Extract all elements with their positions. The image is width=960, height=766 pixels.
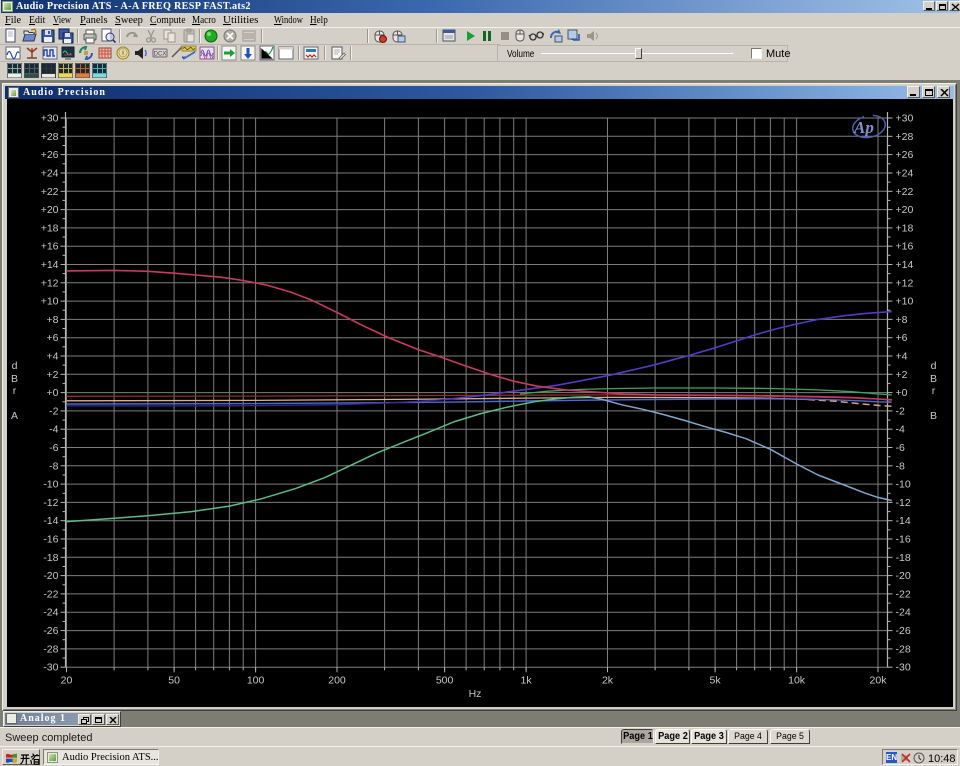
svg-text:+26: +26 (896, 149, 914, 161)
svg-text:+20: +20 (41, 204, 59, 216)
svg-text:50: 50 (168, 674, 180, 686)
svg-text:B: B (11, 373, 18, 385)
svg-text:A: A (11, 410, 18, 422)
svg-text:-24: -24 (43, 607, 58, 619)
svg-text:+0: +0 (896, 387, 908, 399)
svg-text:Ap: Ap (853, 118, 874, 137)
svg-text:-6: -6 (49, 442, 58, 454)
svg-text:-22: -22 (896, 588, 911, 600)
svg-text:-2: -2 (896, 405, 905, 417)
svg-text:+28: +28 (41, 131, 59, 143)
svg-text:r: r (13, 385, 17, 397)
svg-text:+4: +4 (47, 351, 59, 363)
svg-text:+24: +24 (896, 168, 914, 180)
svg-text:-12: -12 (896, 497, 911, 509)
svg-text:-24: -24 (896, 607, 911, 619)
svg-text:-16: -16 (896, 534, 911, 546)
svg-text:+16: +16 (41, 241, 59, 253)
svg-text:d: d (12, 360, 18, 372)
svg-text:+22: +22 (41, 186, 59, 198)
svg-text:-8: -8 (896, 460, 905, 472)
svg-text:+2: +2 (47, 369, 59, 381)
svg-text:Hz: Hz (469, 688, 482, 700)
svg-text:DCX: DCX (154, 52, 167, 58)
svg-text:+8: +8 (47, 314, 59, 326)
svg-text:-12: -12 (43, 497, 58, 509)
svg-text:-18: -18 (43, 552, 58, 564)
svg-text:200: 200 (328, 674, 346, 686)
svg-text:ⓘ: ⓘ (118, 48, 127, 58)
svg-text:+0: +0 (47, 387, 59, 399)
svg-text:d: d (931, 360, 937, 372)
svg-text:100: 100 (247, 674, 265, 686)
svg-text:-18: -18 (896, 552, 911, 564)
svg-text:+30: +30 (41, 113, 59, 125)
svg-text:B: B (930, 410, 937, 422)
svg-text:-28: -28 (896, 643, 911, 655)
svg-text:-2: -2 (49, 405, 58, 417)
svg-text:+2: +2 (896, 369, 908, 381)
svg-text:+6: +6 (896, 332, 908, 344)
svg-text:-22: -22 (43, 588, 58, 600)
svg-text:+10: +10 (896, 296, 914, 308)
svg-text:-6: -6 (896, 442, 905, 454)
svg-text:+14: +14 (896, 259, 914, 271)
svg-text:-16: -16 (43, 534, 58, 546)
svg-text:20k: 20k (870, 674, 888, 686)
svg-text:+22: +22 (896, 186, 914, 198)
svg-text:+16: +16 (896, 241, 914, 253)
svg-text:+30: +30 (896, 113, 914, 125)
svg-text:+24: +24 (41, 168, 59, 180)
svg-text:+20: +20 (896, 204, 914, 216)
svg-text:-14: -14 (896, 515, 911, 527)
svg-text:+12: +12 (896, 277, 914, 289)
svg-text:+12: +12 (41, 277, 59, 289)
svg-text:500: 500 (436, 674, 454, 686)
svg-text:+10: +10 (41, 296, 59, 308)
svg-text:-4: -4 (896, 424, 905, 436)
svg-text:10k: 10k (788, 674, 806, 686)
svg-text:-14: -14 (43, 515, 58, 527)
svg-text:+18: +18 (41, 222, 59, 234)
svg-text:-30: -30 (896, 662, 911, 674)
svg-text:r: r (932, 385, 936, 397)
svg-text:-20: -20 (896, 570, 911, 582)
svg-text:B: B (930, 373, 937, 385)
svg-text:-26: -26 (43, 625, 58, 637)
svg-text:+8: +8 (896, 314, 908, 326)
svg-text:1k: 1k (521, 674, 533, 686)
svg-text:-4: -4 (49, 424, 58, 436)
svg-text:-10: -10 (896, 479, 911, 491)
svg-text:20: 20 (61, 674, 73, 686)
svg-text:2k: 2k (602, 674, 614, 686)
svg-text:5k: 5k (710, 674, 722, 686)
svg-text:+6: +6 (47, 332, 59, 344)
svg-text:-30: -30 (43, 662, 58, 674)
svg-text:-28: -28 (43, 643, 58, 655)
svg-text:-20: -20 (43, 570, 58, 582)
svg-text:+28: +28 (896, 131, 914, 143)
svg-text:+14: +14 (41, 259, 59, 271)
svg-text:+4: +4 (896, 351, 908, 363)
svg-text:+18: +18 (896, 222, 914, 234)
svg-text:+26: +26 (41, 149, 59, 161)
svg-text:-10: -10 (43, 479, 58, 491)
svg-text:-8: -8 (49, 460, 58, 472)
svg-text:-26: -26 (896, 625, 911, 637)
